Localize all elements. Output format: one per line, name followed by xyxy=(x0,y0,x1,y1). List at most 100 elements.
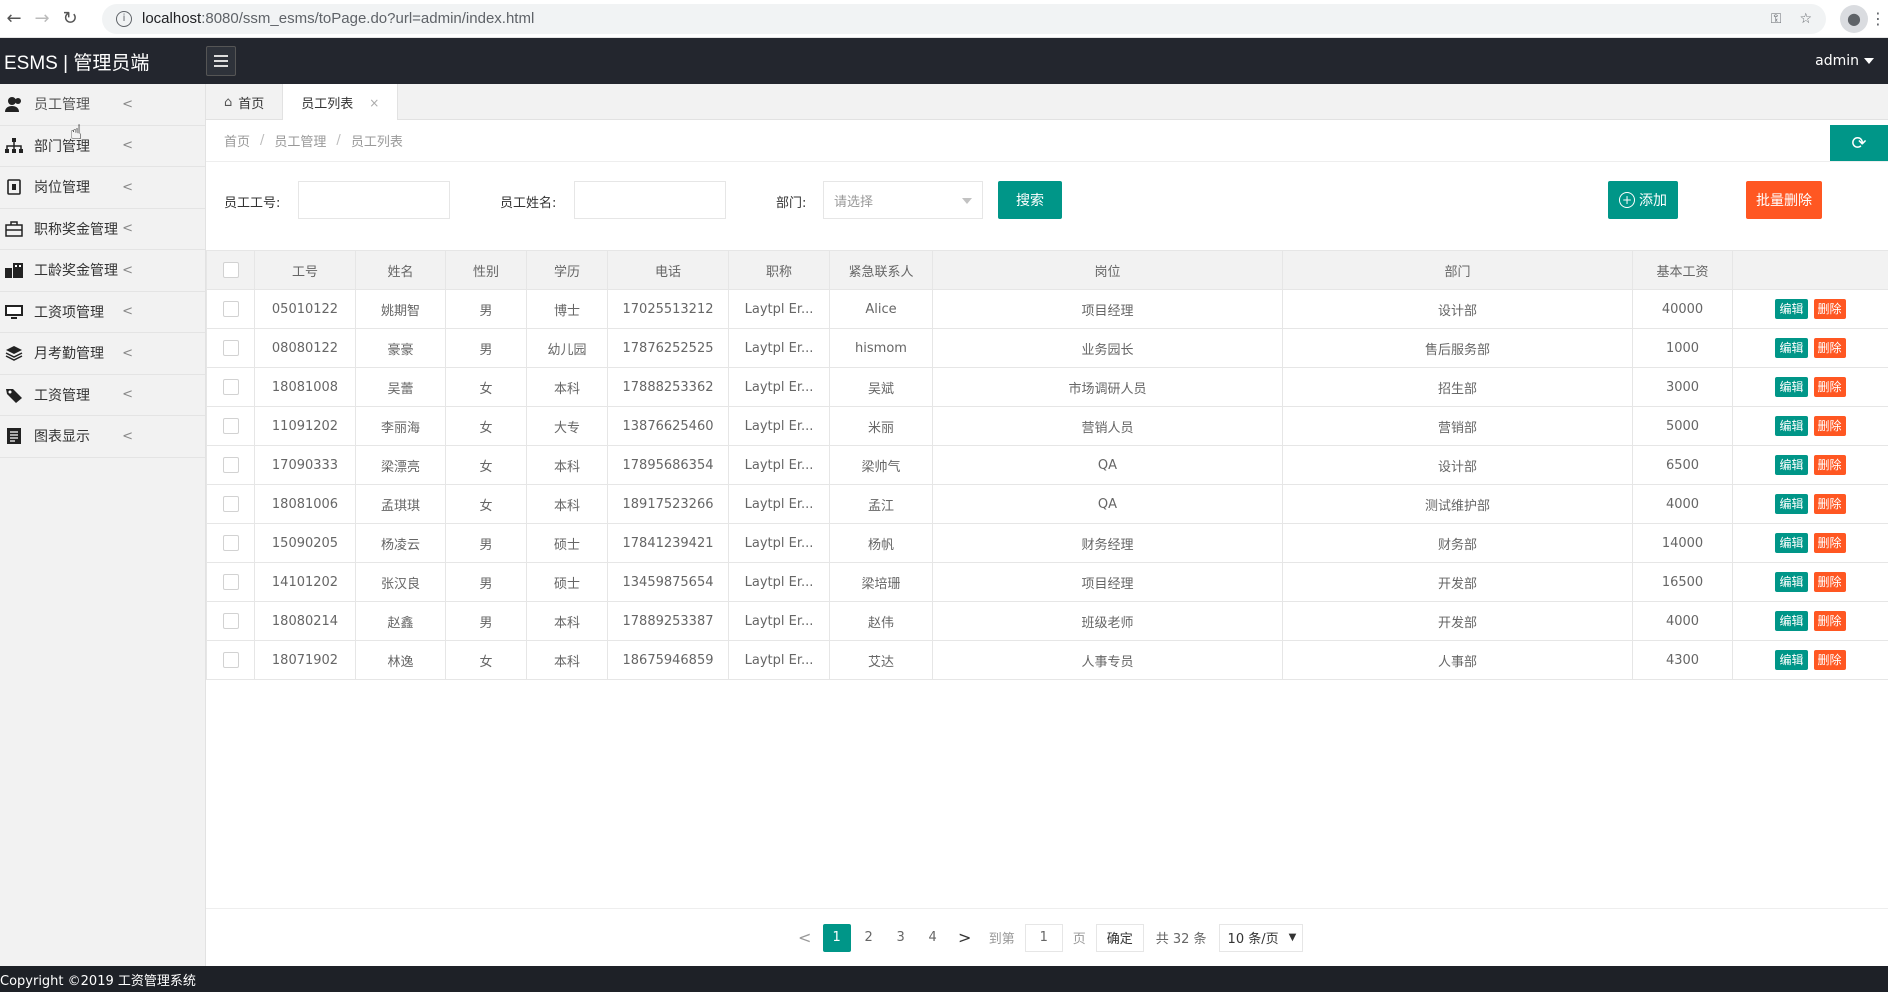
refresh-button[interactable]: ⟳ xyxy=(1830,125,1888,161)
column-header[interactable]: 性别 xyxy=(445,250,527,290)
sidebar-item-employees[interactable]: 员工管理 < xyxy=(0,84,205,126)
column-header[interactable]: 职称 xyxy=(728,250,830,290)
menu-toggle-icon[interactable] xyxy=(206,46,236,76)
row-select-cell[interactable] xyxy=(206,328,255,368)
user-menu[interactable]: admin xyxy=(1815,53,1874,69)
row-select-cell[interactable] xyxy=(206,523,255,563)
table-row[interactable]: 05010122 姚期智男博士 17025513212 Laytpl Er... Ali… xyxy=(206,289,1888,329)
delete-button[interactable]: 删除 xyxy=(1813,650,1846,670)
row-select-cell[interactable] xyxy=(206,640,255,680)
row-checkbox[interactable] xyxy=(222,379,239,395)
profile-icon[interactable]: ● xyxy=(1840,4,1868,33)
breadcrumb-item[interactable]: 员工管理 xyxy=(274,131,326,150)
row-select-cell[interactable] xyxy=(206,406,255,446)
column-header[interactable]: 基本工资 xyxy=(1632,250,1733,290)
delete-button[interactable]: 删除 xyxy=(1813,611,1846,631)
star-icon[interactable]: ☆ xyxy=(1799,11,1812,27)
row-select-cell[interactable] xyxy=(206,367,255,407)
delete-button[interactable]: 删除 xyxy=(1813,572,1846,592)
tab-employee-list[interactable]: 员工列表 × xyxy=(283,84,399,121)
table-row[interactable]: 14101202 张汉良男硕士 13459875654 Laytpl Er... 梁培珊… xyxy=(206,562,1888,602)
delete-button[interactable]: 删除 xyxy=(1813,455,1846,475)
page-button[interactable]: 4 xyxy=(919,924,947,952)
select-all-cell[interactable] xyxy=(206,250,255,290)
row-select-cell[interactable] xyxy=(206,484,255,524)
sidebar-item-positions[interactable]: 岗位管理 < xyxy=(0,167,205,209)
column-header[interactable]: 电话 xyxy=(607,250,729,290)
delete-button[interactable]: 删除 xyxy=(1813,377,1846,397)
row-select-cell[interactable] xyxy=(206,445,255,485)
edit-button[interactable]: 编辑 xyxy=(1775,338,1808,358)
next-page-button[interactable]: > xyxy=(951,924,979,952)
table-row[interactable]: 11091202 李丽海女大专 13876625460 Laytpl Er... 米丽营… xyxy=(206,406,1888,446)
breadcrumb-item[interactable]: 首页 xyxy=(224,131,250,150)
delete-button[interactable]: 删除 xyxy=(1813,299,1846,319)
row-select-cell[interactable] xyxy=(206,562,255,602)
department-select[interactable]: 请选择 xyxy=(823,181,983,219)
tab-home[interactable]: ⌂ 首页 xyxy=(206,84,284,120)
add-button[interactable]: + 添加 xyxy=(1608,181,1678,219)
reload-icon[interactable]: ↻ xyxy=(56,5,84,33)
close-icon[interactable]: × xyxy=(369,96,379,110)
back-icon[interactable]: ← xyxy=(0,5,28,33)
column-header[interactable]: 紧急联系人 xyxy=(829,250,933,290)
row-checkbox[interactable] xyxy=(222,652,239,668)
delete-button[interactable]: 删除 xyxy=(1813,494,1846,514)
table-row[interactable]: 18071902 林逸女本科 18675946859 Laytpl Er... 艾达 人事… xyxy=(206,640,1888,680)
sidebar-item-salary-items[interactable]: 工资项管理 < xyxy=(0,292,205,333)
row-checkbox[interactable] xyxy=(222,535,239,551)
row-checkbox[interactable] xyxy=(222,301,239,317)
edit-button[interactable]: 编辑 xyxy=(1775,455,1808,475)
sidebar-item-title-bonus[interactable]: 职称奖金管理 < xyxy=(0,209,205,250)
page-size-select[interactable]: 10 条/页 ▼ xyxy=(1218,923,1304,952)
edit-button[interactable]: 编辑 xyxy=(1775,416,1808,436)
edit-button[interactable]: 编辑 xyxy=(1775,494,1808,514)
sidebar-item-charts[interactable]: 图表显示 < xyxy=(0,416,205,458)
prev-page-button[interactable]: < xyxy=(791,924,819,952)
info-icon[interactable]: i xyxy=(116,10,132,27)
goto-page-input[interactable]: 1 xyxy=(1024,923,1063,952)
column-header[interactable]: 工号 xyxy=(254,250,356,290)
column-header[interactable]: 部门 xyxy=(1282,250,1633,290)
goto-confirm-button[interactable]: 确定 xyxy=(1095,923,1144,952)
key-icon[interactable]: ⚿ xyxy=(1771,11,1782,27)
row-checkbox[interactable] xyxy=(222,457,239,473)
page-button[interactable]: 2 xyxy=(855,924,883,952)
employee-name-input[interactable] xyxy=(574,181,726,219)
kebab-menu-icon[interactable]: ⋮ xyxy=(1868,9,1888,28)
row-checkbox[interactable] xyxy=(222,574,239,590)
page-button[interactable]: 3 xyxy=(887,924,915,952)
page-button-current[interactable]: 1 xyxy=(822,923,851,952)
delete-button[interactable]: 删除 xyxy=(1813,338,1846,358)
edit-button[interactable]: 编辑 xyxy=(1775,299,1808,319)
column-header[interactable]: 学历 xyxy=(526,250,608,290)
search-button[interactable]: 搜索 xyxy=(998,181,1062,219)
edit-button[interactable]: 编辑 xyxy=(1775,533,1808,553)
column-header[interactable]: 岗位 xyxy=(932,250,1283,290)
table-row[interactable]: 15090205 杨凌云男硕士 17841239421 Laytpl Er... 杨帆财… xyxy=(206,523,1888,563)
edit-button[interactable]: 编辑 xyxy=(1775,572,1808,592)
sidebar-item-attendance[interactable]: 月考勤管理 < xyxy=(0,333,205,375)
row-checkbox[interactable] xyxy=(222,496,239,512)
select-all-checkbox[interactable] xyxy=(222,262,239,278)
employee-id-input[interactable] xyxy=(298,181,450,219)
sidebar-item-seniority-bonus[interactable]: 工龄奖金管理 < xyxy=(0,250,205,292)
table-row[interactable]: 18081006 孟琪琪女本科 18917523266 Laytpl Er... 孟江 Q… xyxy=(206,484,1888,524)
table-row[interactable]: 18080214 赵鑫男本科 17889253387 Laytpl Er... 赵伟 班级… xyxy=(206,601,1888,641)
edit-button[interactable]: 编辑 xyxy=(1775,377,1808,397)
row-checkbox[interactable] xyxy=(222,418,239,434)
row-checkbox[interactable] xyxy=(222,340,239,356)
address-bar[interactable]: i localhost:8080/ssm_esms/toPage.do?url=… xyxy=(102,3,1826,34)
edit-button[interactable]: 编辑 xyxy=(1775,611,1808,631)
row-checkbox[interactable] xyxy=(222,613,239,629)
sidebar-item-departments[interactable]: 部门管理 < xyxy=(0,126,205,167)
sidebar-item-salary[interactable]: 工资管理 < xyxy=(0,375,205,416)
table-row[interactable]: 08080122 豪豪男幼儿园 17876252525 Laytpl Er... his… xyxy=(206,328,1888,368)
column-header[interactable]: 姓名 xyxy=(355,250,446,290)
table-row[interactable]: 18081008 吴蕾女本科 17888253362 Laytpl Er... 吴斌 市场… xyxy=(206,367,1888,407)
forward-icon[interactable]: → xyxy=(28,5,56,33)
delete-button[interactable]: 删除 xyxy=(1813,416,1846,436)
row-select-cell[interactable] xyxy=(206,289,255,329)
delete-button[interactable]: 删除 xyxy=(1813,533,1846,553)
edit-button[interactable]: 编辑 xyxy=(1775,650,1808,670)
